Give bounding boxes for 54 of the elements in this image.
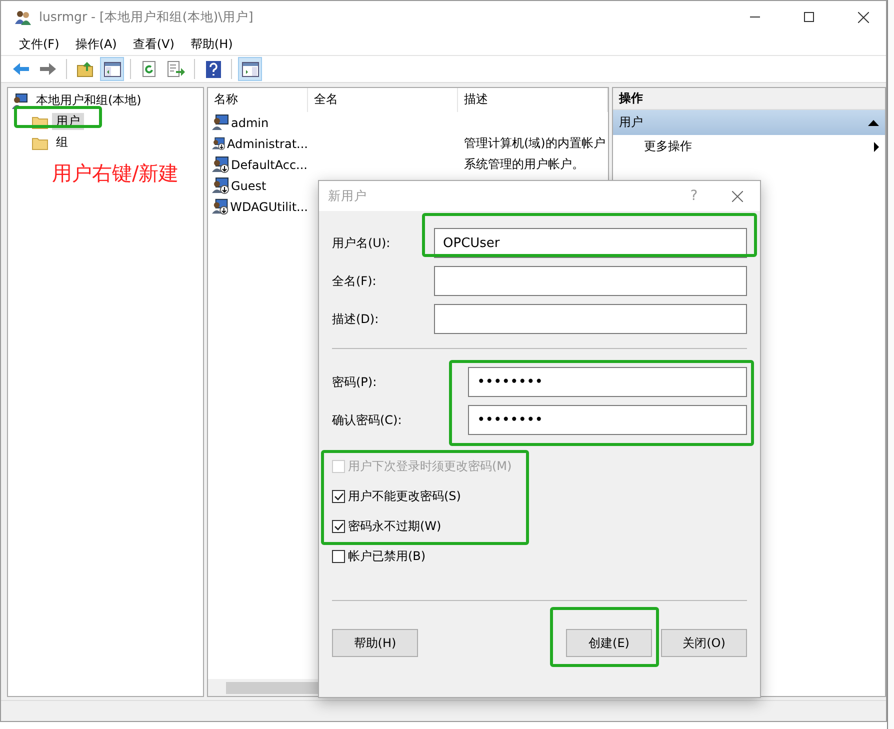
maximize-icon bbox=[804, 12, 814, 22]
dialog-button[interactable]: 创建(E) bbox=[566, 629, 652, 657]
field-label: 确认密码(C): bbox=[332, 412, 403, 428]
back-arrow-icon bbox=[12, 62, 30, 76]
collapse-triangle-icon bbox=[868, 120, 879, 126]
refresh-icon bbox=[141, 61, 157, 77]
menu-item[interactable]: 查看(V) bbox=[124, 36, 182, 52]
folder-up-icon bbox=[76, 61, 94, 77]
input-field[interactable] bbox=[434, 266, 747, 296]
toolbar-button[interactable] bbox=[100, 57, 124, 81]
actions-section[interactable]: 用户 bbox=[613, 110, 885, 135]
field-label: 密码(P): bbox=[332, 374, 378, 390]
folder-icon bbox=[32, 136, 48, 150]
field-label: 全名(F): bbox=[332, 272, 378, 290]
checkmark-icon bbox=[334, 492, 344, 500]
input-field[interactable]: OPCUser bbox=[434, 228, 747, 258]
input-field[interactable] bbox=[434, 304, 747, 334]
annotation-text: 用户右键/新建 bbox=[52, 160, 180, 187]
close-icon bbox=[858, 12, 868, 22]
users-icon bbox=[15, 9, 31, 25]
computer-users-icon bbox=[12, 92, 28, 108]
field-label: 描述(D): bbox=[332, 310, 380, 328]
tree-item[interactable]: 本地用户和组(本地) bbox=[32, 92, 146, 109]
checkbox-option[interactable]: 帐户已禁用(B) bbox=[332, 545, 426, 567]
action-pane-icon bbox=[242, 62, 258, 76]
dialog-button[interactable]: 关闭(O) bbox=[661, 629, 747, 657]
password-field[interactable]: •••••••• bbox=[468, 405, 747, 435]
column-header[interactable]: 全名 bbox=[308, 88, 458, 112]
checkbox-option[interactable]: 用户不能更改密码(S) bbox=[332, 485, 461, 507]
actions-header: 操作 bbox=[613, 88, 885, 110]
action-item[interactable]: 更多操作 bbox=[613, 135, 885, 158]
checkbox-option[interactable]: 密码永不过期(W) bbox=[332, 515, 442, 537]
window-title: lusrmgr - [本地用户和组(本地)\用户] bbox=[39, 8, 254, 26]
table-cell-text: 系统管理的用户帐户。 bbox=[463, 156, 585, 173]
column-header[interactable]: 名称 bbox=[208, 88, 308, 112]
checkmark-icon bbox=[334, 522, 344, 530]
dialog-title: 新用户 bbox=[328, 188, 368, 204]
submenu-arrow-icon bbox=[874, 142, 879, 152]
console-tree-icon bbox=[104, 62, 120, 76]
field-label: 用户名(U): bbox=[332, 234, 392, 252]
tree-item[interactable]: 组 bbox=[52, 134, 72, 151]
dialog-button[interactable]: 帮助(H) bbox=[332, 629, 418, 657]
list-item[interactable]: admin bbox=[208, 114, 308, 131]
menu-item[interactable]: 文件(F) bbox=[11, 36, 68, 52]
menu-item[interactable]: 帮助(H) bbox=[182, 36, 241, 52]
column-header[interactable]: 描述 bbox=[458, 88, 608, 112]
close-icon bbox=[732, 190, 742, 202]
export-list-icon bbox=[167, 61, 185, 77]
toolbar-button[interactable] bbox=[238, 57, 262, 81]
table-cell-text: 管理计算机(域)的内置帐户 bbox=[463, 135, 606, 152]
menu-item[interactable]: 操作(A) bbox=[67, 36, 125, 52]
forward-arrow-icon bbox=[39, 62, 57, 76]
help-icon bbox=[206, 60, 220, 78]
password-field[interactable]: •••••••• bbox=[468, 367, 747, 397]
